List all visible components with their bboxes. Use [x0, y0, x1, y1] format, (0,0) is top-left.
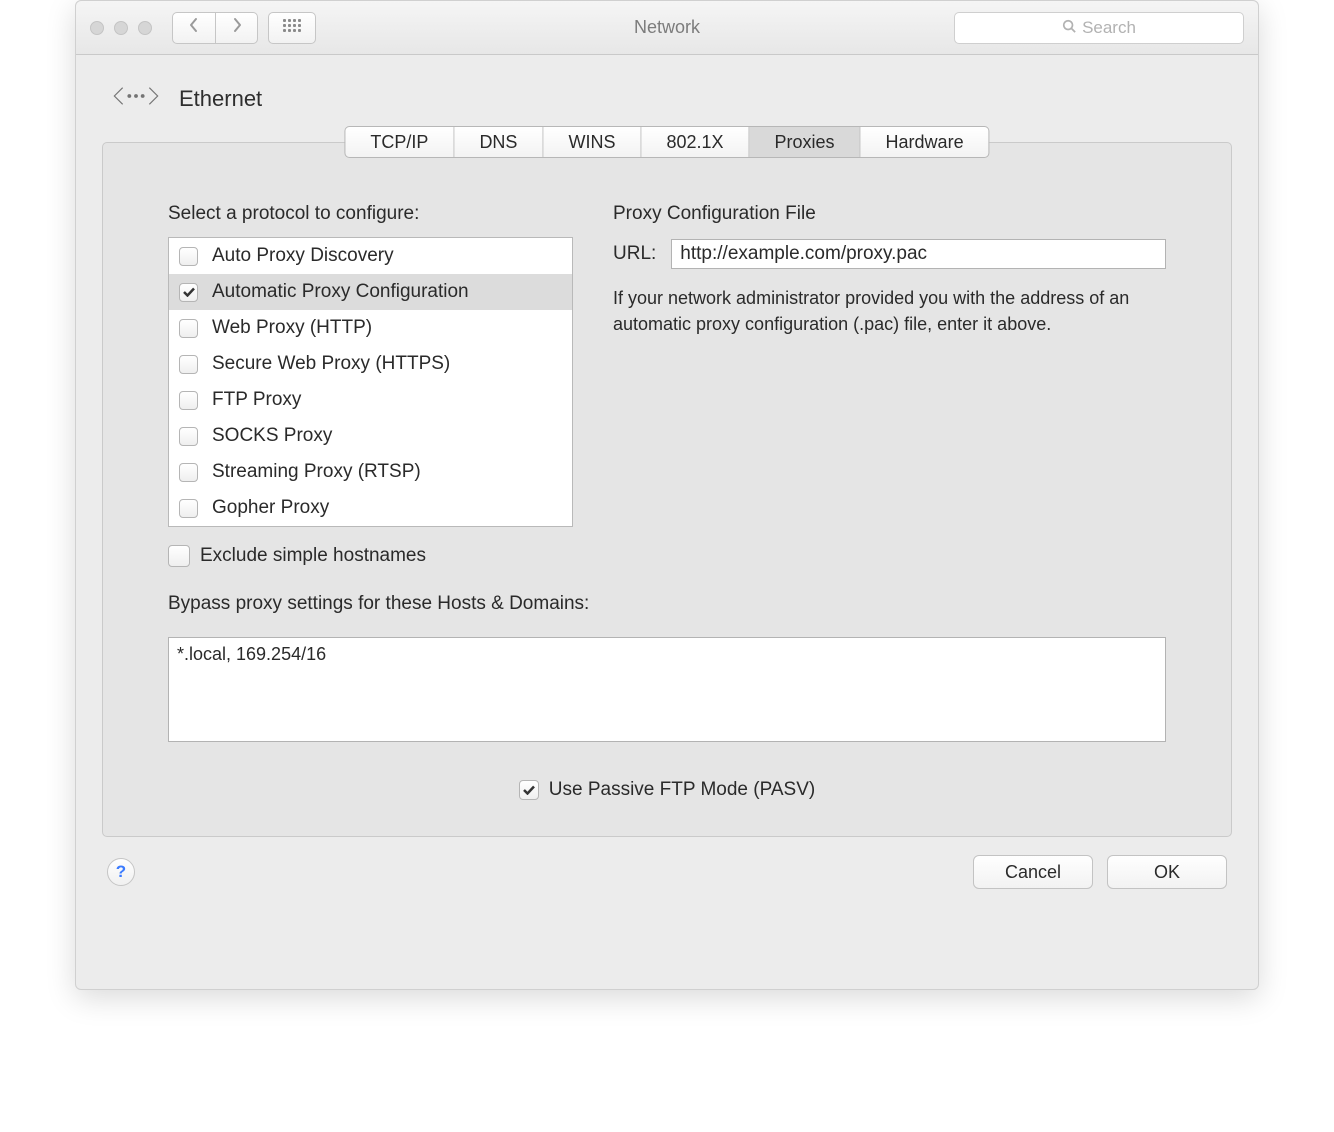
protocol-label: Automatic Proxy Configuration [212, 281, 469, 303]
protocol-gopher[interactable]: Gopher Proxy [169, 490, 572, 526]
tab-tcpip[interactable]: TCP/IP [345, 127, 454, 157]
protocol-http[interactable]: Web Proxy (HTTP) [169, 310, 572, 346]
show-all-button[interactable] [268, 12, 316, 44]
search-field[interactable]: Search [954, 12, 1244, 44]
exclude-label: Exclude simple hostnames [200, 545, 426, 567]
chevron-left-icon [189, 17, 199, 38]
bypass-section: Bypass proxy settings for these Hosts & … [168, 593, 1166, 747]
protocol-label: Gopher Proxy [212, 497, 329, 519]
tab-hardware[interactable]: Hardware [861, 127, 989, 157]
exclude-simple-hostnames-row: Exclude simple hostnames [168, 545, 573, 567]
url-input[interactable] [671, 239, 1166, 269]
protocol-list-title: Select a protocol to configure: [168, 203, 573, 225]
ok-button[interactable]: OK [1107, 855, 1227, 889]
tab-8021x[interactable]: 802.1X [641, 127, 749, 157]
help-button[interactable]: ? [107, 858, 135, 886]
passive-ftp-label: Use Passive FTP Mode (PASV) [549, 779, 815, 801]
proxy-config-description: If your network administrator provided y… [613, 285, 1166, 337]
protocol-checkbox[interactable] [179, 391, 198, 410]
protocol-label: Web Proxy (HTTP) [212, 317, 372, 339]
bypass-title: Bypass proxy settings for these Hosts & … [168, 593, 1166, 615]
proxies-panel: Select a protocol to configure: Auto Pro… [102, 142, 1232, 837]
nav-group [172, 12, 258, 44]
content: Ethernet TCP/IP DNS WINS 802.1X Proxies … [76, 55, 1258, 907]
right-column: Proxy Configuration File URL: If your ne… [613, 203, 1166, 567]
bypass-textarea[interactable] [168, 637, 1166, 742]
protocol-https[interactable]: Secure Web Proxy (HTTPS) [169, 346, 572, 382]
protocol-label: Streaming Proxy (RTSP) [212, 461, 421, 483]
footer: ? Cancel OK [102, 855, 1232, 889]
search-placeholder: Search [1082, 18, 1136, 38]
two-column-layout: Select a protocol to configure: Auto Pro… [168, 203, 1166, 567]
protocol-label: FTP Proxy [212, 389, 301, 411]
protocol-auto-config[interactable]: Automatic Proxy Configuration [169, 274, 572, 310]
protocol-label: Secure Web Proxy (HTTPS) [212, 353, 450, 375]
protocol-checkbox[interactable] [179, 283, 198, 302]
protocol-checkbox[interactable] [179, 427, 198, 446]
minimize-window-button[interactable] [114, 21, 128, 35]
tab-proxies[interactable]: Proxies [750, 127, 861, 157]
protocol-list: Auto Proxy Discovery Automatic Proxy Con… [168, 237, 573, 527]
chevron-right-icon [232, 17, 242, 38]
cancel-button[interactable]: Cancel [973, 855, 1093, 889]
protocol-auto-discovery[interactable]: Auto Proxy Discovery [169, 238, 572, 274]
forward-button[interactable] [215, 13, 257, 43]
protocol-checkbox[interactable] [179, 499, 198, 518]
protocol-checkbox[interactable] [179, 247, 198, 266]
page-title: Ethernet [179, 86, 262, 112]
url-label: URL: [613, 243, 656, 265]
passive-ftp-checkbox[interactable] [519, 780, 539, 800]
protocol-socks[interactable]: SOCKS Proxy [169, 418, 572, 454]
search-icon [1062, 18, 1076, 38]
protocol-checkbox[interactable] [179, 355, 198, 374]
network-preferences-window: Network Search Ethernet TCP [75, 0, 1259, 990]
zoom-window-button[interactable] [138, 21, 152, 35]
ethernet-icon [111, 81, 161, 116]
titlebar: Network Search [76, 1, 1258, 55]
protocol-label: SOCKS Proxy [212, 425, 332, 447]
url-row: URL: [613, 239, 1166, 269]
proxy-config-title: Proxy Configuration File [613, 203, 1166, 225]
grid-icon [283, 19, 301, 37]
protocol-ftp[interactable]: FTP Proxy [169, 382, 572, 418]
header-row: Ethernet [102, 81, 1232, 116]
tab-bar: TCP/IP DNS WINS 802.1X Proxies Hardware [344, 126, 989, 158]
protocol-label: Auto Proxy Discovery [212, 245, 394, 267]
tab-wins[interactable]: WINS [543, 127, 641, 157]
exclude-checkbox[interactable] [168, 545, 190, 567]
passive-ftp-row: Use Passive FTP Mode (PASV) [168, 779, 1166, 801]
window-controls [90, 21, 152, 35]
protocol-rtsp[interactable]: Streaming Proxy (RTSP) [169, 454, 572, 490]
protocol-checkbox[interactable] [179, 319, 198, 338]
window-title: Network [634, 17, 700, 38]
tab-dns[interactable]: DNS [454, 127, 543, 157]
back-button[interactable] [173, 13, 215, 43]
close-window-button[interactable] [90, 21, 104, 35]
left-column: Select a protocol to configure: Auto Pro… [168, 203, 573, 567]
protocol-checkbox[interactable] [179, 463, 198, 482]
tab-bar-container: TCP/IP DNS WINS 802.1X Proxies Hardware [102, 126, 1232, 158]
